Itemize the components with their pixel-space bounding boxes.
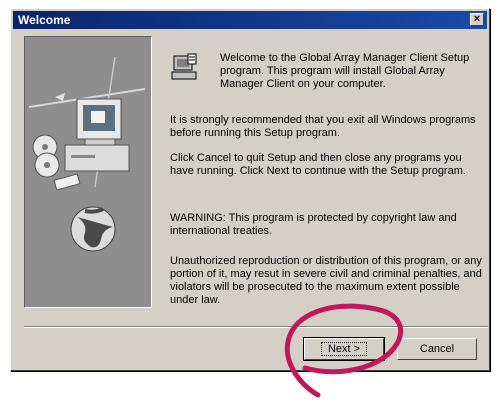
close-button[interactable]: × bbox=[470, 13, 484, 26]
exit-programs-text: It is strongly recommended that you exit… bbox=[170, 114, 476, 139]
cancel-next-instructions: Click Cancel to quit Setup and then clos… bbox=[170, 152, 466, 177]
unauthorized-use-notice: Unauthorized reproduction or distributio… bbox=[170, 255, 482, 306]
next-button-label: Next > bbox=[320, 342, 368, 356]
cancel-button[interactable]: Cancel bbox=[397, 338, 477, 360]
computer-illustration bbox=[25, 37, 151, 307]
window-title: Welcome bbox=[18, 13, 71, 27]
button-separator bbox=[24, 326, 488, 328]
next-button[interactable]: Next > bbox=[303, 337, 385, 361]
cancel-button-label: Cancel bbox=[419, 343, 455, 355]
welcome-message: Welcome to the Global Array Manager Clie… bbox=[220, 52, 470, 90]
title-bar[interactable]: Welcome × bbox=[13, 11, 487, 29]
copyright-warning: WARNING: This program is protected by co… bbox=[170, 212, 457, 237]
setup-illustration bbox=[24, 36, 152, 308]
setup-computer-icon bbox=[171, 53, 197, 80]
close-icon: × bbox=[473, 13, 481, 25]
